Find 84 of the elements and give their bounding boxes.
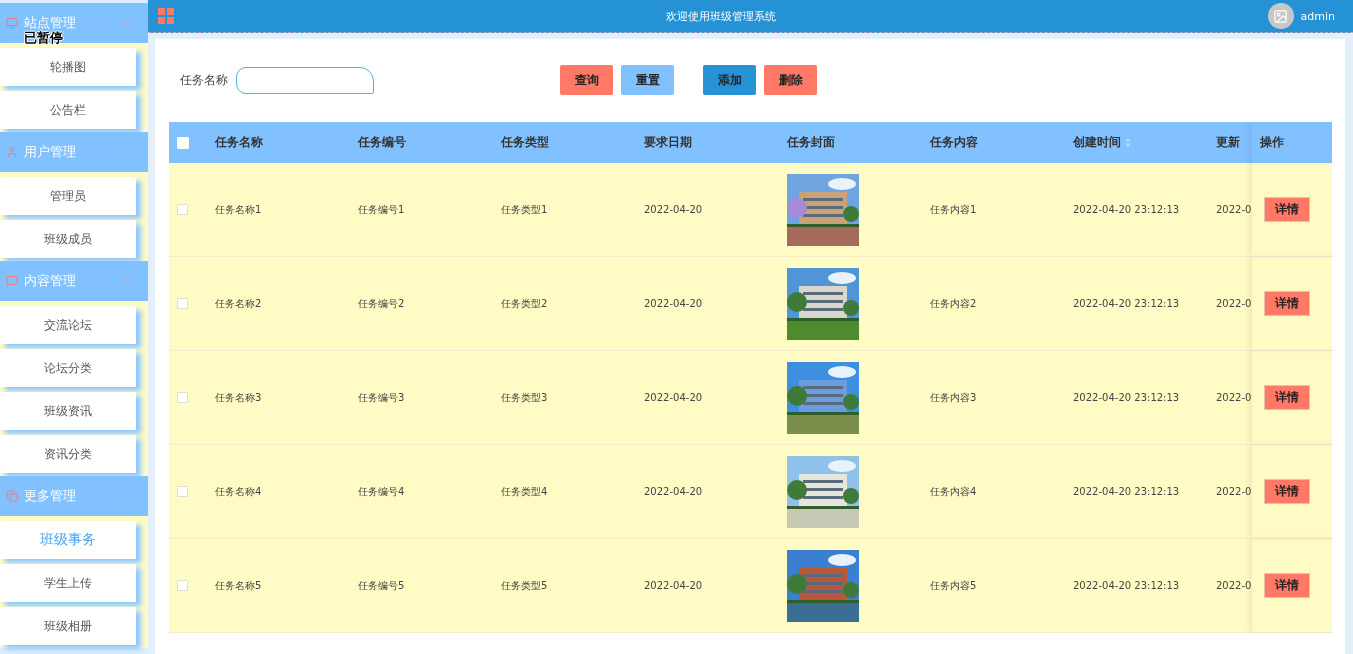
row-checkbox[interactable] xyxy=(177,298,188,309)
table-cell-text: 任务内容4 xyxy=(930,484,978,499)
sidebar-item[interactable]: 班级成员 xyxy=(0,220,136,258)
column-header: 更新 xyxy=(1216,134,1241,151)
sidebar-item[interactable]: 管理员 xyxy=(0,177,136,215)
table-cell-text: 任务类型1 xyxy=(501,202,549,217)
table-cell: 2022-0 xyxy=(1216,580,1252,591)
table-cell-text: 2022-04-20 xyxy=(644,204,704,215)
table-cell-text: 任务内容3 xyxy=(930,390,978,405)
sidebar-item[interactable]: 班级资讯 xyxy=(0,392,136,430)
table-cell: 2022-0 xyxy=(1216,486,1252,497)
detail-button[interactable]: 详情 xyxy=(1264,573,1310,598)
column-header: 任务名称 xyxy=(215,134,264,151)
toolbar-button[interactable]: 查询 xyxy=(560,65,613,95)
row-checkbox[interactable] xyxy=(177,204,188,215)
table-cell-text: 任务编号4 xyxy=(358,484,406,499)
field-label: 任务名称 xyxy=(180,71,228,89)
menu-group-title: 更多管理 xyxy=(24,487,77,505)
row-checkbox[interactable] xyxy=(177,486,188,497)
table-cell-text: 2022-04-20 xyxy=(644,298,704,309)
table-cell-text: 任务编号5 xyxy=(358,578,406,593)
app-title: 欢迎使用班级管理系统 xyxy=(664,8,777,24)
table-cell-text: 任务名称3 xyxy=(215,390,263,405)
table-cell: 2022-0 xyxy=(1216,298,1252,309)
table-cell-text: 2022-04-20 xyxy=(644,580,704,591)
detail-button[interactable]: 详情 xyxy=(1264,385,1310,410)
sidebar-item[interactable]: 资讯分类 xyxy=(0,435,136,473)
column-header: 操作 xyxy=(1252,122,1338,163)
table-cell-text: 2022-04-20 23:12:13 xyxy=(1073,580,1181,591)
sidebar-item[interactable]: 交流论坛 xyxy=(0,306,136,344)
table-cell: 2022-0 xyxy=(1216,204,1252,215)
avatar-icon[interactable] xyxy=(1267,3,1294,29)
table-cell-text: 2022-04-20 23:12:13 xyxy=(1073,298,1181,309)
person-icon xyxy=(6,146,18,158)
sidebar-item[interactable]: 班级相册 xyxy=(0,607,136,645)
table-cell-text: 任务类型5 xyxy=(501,578,549,593)
toolbar-button[interactable]: 添加 xyxy=(703,65,756,95)
table-cell-text: 任务内容2 xyxy=(930,296,978,311)
table-cell-text: 任务名称5 xyxy=(215,578,263,593)
table-cell-text: 任务编号2 xyxy=(358,296,406,311)
table-cell-text: 2022-04-20 23:12:13 xyxy=(1073,204,1181,215)
monitor-icon xyxy=(6,17,18,29)
table-cell-text: 任务内容5 xyxy=(930,578,978,593)
user-name[interactable]: admin xyxy=(1300,9,1335,23)
copy-icon xyxy=(6,490,18,502)
column-header[interactable]: 创建时间 xyxy=(1073,134,1216,151)
grid-icon[interactable] xyxy=(158,8,174,24)
table-cell-text: 2022-04-20 23:12:13 xyxy=(1073,486,1181,497)
menu-group-title: 内容管理 xyxy=(24,272,77,290)
sidebar-item[interactable]: 学生上传 xyxy=(0,564,136,602)
table-cell-text: 任务名称1 xyxy=(215,202,263,217)
table-cell-text: 任务类型3 xyxy=(501,390,549,405)
column-header: 要求日期 xyxy=(644,134,693,151)
table-cell-text: 任务内容1 xyxy=(930,202,978,217)
table-cell: 2022-0 xyxy=(1216,392,1252,403)
table-cell-text: 2022-04-20 xyxy=(644,392,704,403)
table-cell-text: 任务类型2 xyxy=(501,296,549,311)
table-cell-text: 任务编号3 xyxy=(358,390,406,405)
search-field[interactable] xyxy=(236,66,374,94)
table-cell-text: 任务编号1 xyxy=(358,202,406,217)
column-header: 任务封面 xyxy=(787,134,836,151)
sidebar-item[interactable]: 公告栏 xyxy=(0,91,136,129)
menu-group-title: 用户管理 xyxy=(24,143,77,161)
row-checkbox[interactable] xyxy=(177,392,188,403)
column-header: 任务编号 xyxy=(358,134,407,151)
sidebar-item[interactable]: 轮播图 xyxy=(0,48,136,86)
detail-button[interactable]: 详情 xyxy=(1264,197,1310,222)
row-checkbox[interactable] xyxy=(177,580,188,591)
chat-icon xyxy=(6,275,18,287)
select-all-checkbox[interactable] xyxy=(177,136,189,149)
detail-button[interactable]: 详情 xyxy=(1264,291,1310,316)
table-cell-text: 任务类型4 xyxy=(501,484,549,499)
menu-group-title: 站点管理 xyxy=(24,14,77,31)
column-header: 任务类型 xyxy=(501,134,550,151)
table-cell-text: 任务名称4 xyxy=(215,484,263,499)
detail-button[interactable]: 详情 xyxy=(1264,479,1310,504)
table-cell-text: 2022-04-20 xyxy=(644,486,704,497)
table-cell-text: 2022-04-20 23:12:13 xyxy=(1073,392,1181,403)
column-header: 任务内容 xyxy=(930,134,979,151)
toolbar-button[interactable]: 重置 xyxy=(621,65,674,95)
sort-icon[interactable] xyxy=(1125,138,1131,147)
table-cell-text: 任务名称2 xyxy=(215,296,263,311)
toolbar-button[interactable]: 删除 xyxy=(764,65,817,95)
sidebar-item[interactable]: 论坛分类 xyxy=(0,349,136,387)
